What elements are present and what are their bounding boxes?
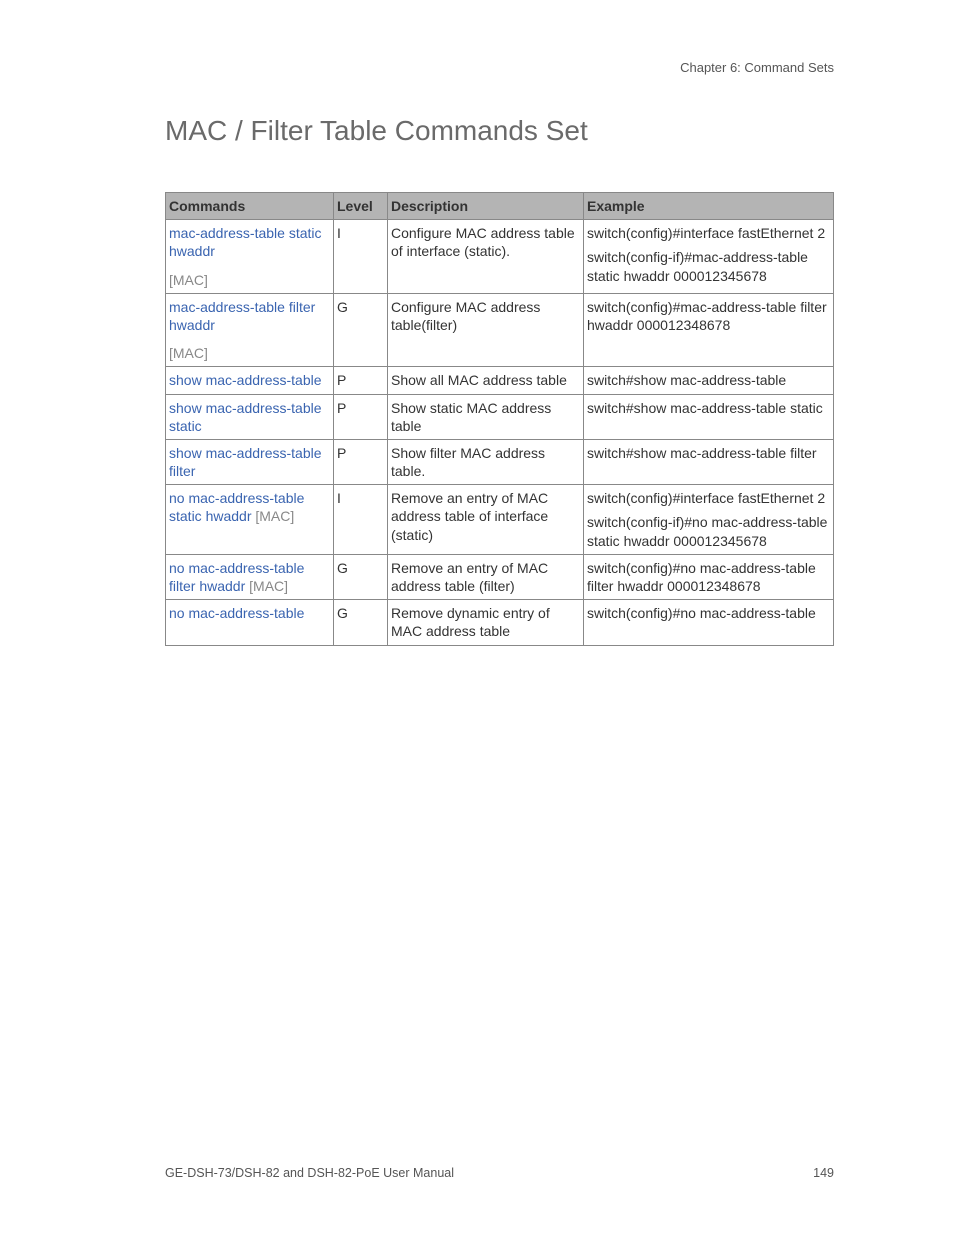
example-line: switch(config)#mac-address-table filter … (587, 298, 830, 334)
description-cell: Show static MAC address table (388, 394, 584, 439)
description-cell: Configure MAC address table of interface… (388, 220, 584, 294)
description-cell: Configure MAC address table(filter) (388, 293, 584, 367)
command-cell: no mac-address-table filter hwaddr [MAC] (166, 554, 334, 599)
level-cell: I (334, 220, 388, 294)
table-row: mac-address-table filter hwaddr [MAC]GCon… (166, 293, 834, 367)
example-line: switch(config)#no mac-address-table filt… (587, 559, 830, 595)
example-cell: switch(config)#mac-address-table filter … (584, 293, 834, 367)
command-link[interactable]: show mac-address-table (169, 372, 322, 388)
header-description: Description (388, 193, 584, 220)
page-footer: GE-DSH-73/DSH-82 and DSH-82-PoE User Man… (165, 1166, 834, 1180)
command-cell: show mac-address-table static (166, 394, 334, 439)
table-row: no mac-address-table GRemove dynamic entr… (166, 600, 834, 645)
level-cell: I (334, 485, 388, 555)
level-cell: G (334, 600, 388, 645)
level-cell: P (334, 394, 388, 439)
example-cell: switch(config)#interface fastEthernet 2 s… (584, 220, 834, 294)
command-cell: show mac-address-table (166, 367, 334, 394)
example-cell: switch#show mac-address-table static (584, 394, 834, 439)
example-cell: switch(config)#no mac-address-table (584, 600, 834, 645)
table-header-row: Commands Level Description Example (166, 193, 834, 220)
example-line: switch#show mac-address-table static (587, 399, 830, 417)
description-cell: Remove an entry of MAC address table (fi… (388, 554, 584, 599)
level-cell: G (334, 293, 388, 367)
example-cell: switch(config)#no mac-address-table filt… (584, 554, 834, 599)
example-line: switch(config)#interface fastEthernet 2 (587, 489, 830, 507)
command-cell: mac-address-table static hwaddr [MAC] (166, 220, 334, 294)
level-cell: G (334, 554, 388, 599)
level-cell: P (334, 367, 388, 394)
command-cell: show mac-address-table filter (166, 439, 334, 484)
example-cell: switch#show mac-address-table (584, 367, 834, 394)
header-example: Example (584, 193, 834, 220)
description-cell: Show all MAC address table (388, 367, 584, 394)
command-link[interactable]: mac-address-table static hwaddr (169, 225, 322, 259)
example-line: switch#show mac-address-table (587, 371, 830, 389)
command-param: [MAC] (169, 271, 330, 289)
table-row: no mac-address-table filter hwaddr [MAC]… (166, 554, 834, 599)
table-row: no mac-address-table static hwaddr [MAC]… (166, 485, 834, 555)
table-row: show mac-address-table PShow all MAC addr… (166, 367, 834, 394)
command-link[interactable]: show mac-address-table filter (169, 445, 322, 479)
example-line: switch#show mac-address-table filter (587, 444, 830, 462)
footer-right: 149 (813, 1166, 834, 1180)
command-cell: mac-address-table filter hwaddr [MAC] (166, 293, 334, 367)
command-param: [MAC] (169, 344, 330, 362)
description-cell: Show filter MAC address table. (388, 439, 584, 484)
page-title: MAC / Filter Table Commands Set (165, 115, 834, 147)
table-row: mac-address-table static hwaddr [MAC]ICon… (166, 220, 834, 294)
example-cell: switch#show mac-address-table filter (584, 439, 834, 484)
command-link[interactable]: mac-address-table filter hwaddr (169, 299, 315, 333)
chapter-label: Chapter 6: Command Sets (165, 60, 834, 75)
footer-left: GE-DSH-73/DSH-82 and DSH-82-PoE User Man… (165, 1166, 454, 1180)
command-link[interactable]: show mac-address-table static (169, 400, 322, 434)
description-cell: Remove an entry of MAC address table of … (388, 485, 584, 555)
command-param: [MAC] (251, 508, 294, 524)
example-line: switch(config)#interface fastEthernet 2 (587, 224, 830, 242)
example-cell: switch(config)#interface fastEthernet 2 s… (584, 485, 834, 555)
command-link[interactable]: no mac-address-table (169, 605, 304, 621)
table-row: show mac-address-table static PShow stati… (166, 394, 834, 439)
example-line: switch(config-if)#no mac-address-table s… (587, 513, 830, 549)
command-cell: no mac-address-table (166, 600, 334, 645)
example-line: switch(config)#no mac-address-table (587, 604, 830, 622)
commands-table: Commands Level Description Example mac-a… (165, 192, 834, 646)
table-row: show mac-address-table filter PShow filte… (166, 439, 834, 484)
header-commands: Commands (166, 193, 334, 220)
header-level: Level (334, 193, 388, 220)
command-param: [MAC] (245, 578, 288, 594)
example-line: switch(config-if)#mac-address-table stat… (587, 248, 830, 284)
command-cell: no mac-address-table static hwaddr [MAC] (166, 485, 334, 555)
level-cell: P (334, 439, 388, 484)
description-cell: Remove dynamic entry of MAC address tabl… (388, 600, 584, 645)
